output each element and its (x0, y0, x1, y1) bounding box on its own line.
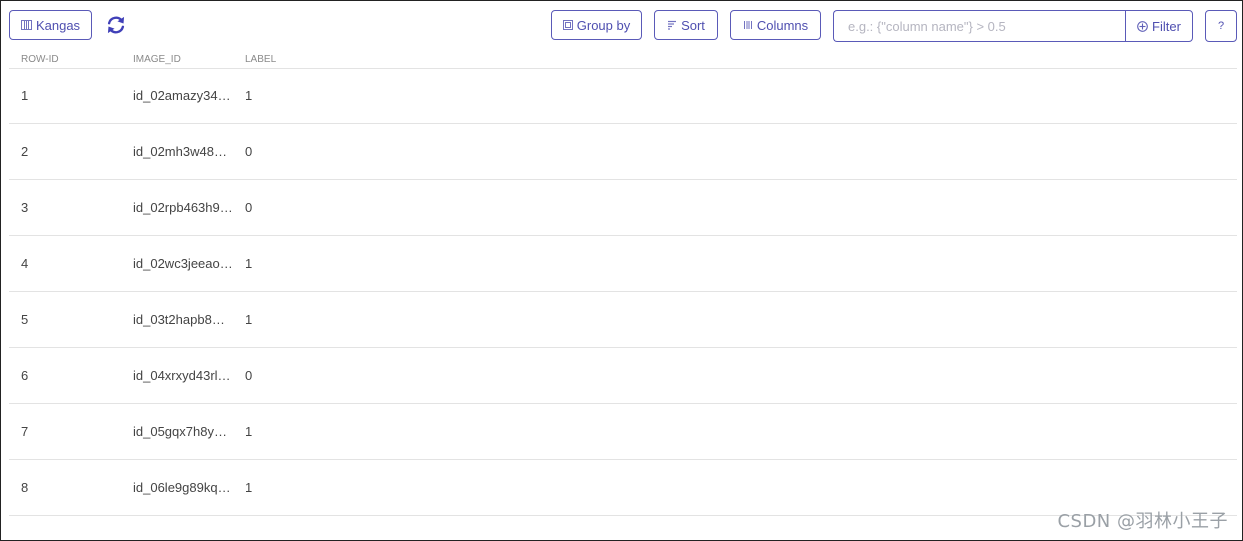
cell-image-id: id_04xrxyd43rlg… (133, 368, 233, 383)
refresh-button[interactable] (103, 14, 129, 40)
group-by-label: Group by (576, 17, 631, 33)
cell-label: 1 (245, 312, 253, 327)
cell-image-id: id_05gqx7h8y6i… (133, 424, 233, 439)
cell-image-id: id_02mh3w48p… (133, 144, 233, 159)
cell-label: 0 (245, 368, 253, 383)
cell-label: 0 (245, 200, 253, 215)
cell-image-id: id_02amazy34f… (133, 88, 233, 103)
filter-label: Filter (1152, 18, 1181, 34)
cell-image-id: id_03t2hapb8w… (133, 312, 233, 327)
cell-image-id: id_02wc3jeeao… (133, 256, 233, 271)
cell-row-id: 3 (21, 200, 29, 215)
columns-button[interactable]: Columns (730, 10, 821, 40)
sort-label: Sort (681, 17, 705, 33)
kangas-button[interactable]: Kangas (9, 10, 92, 40)
cell-row-id: 7 (21, 424, 29, 439)
table-row[interactable]: 5 id_03t2hapb8w… 1 (9, 292, 1237, 348)
grid-icon (20, 20, 32, 30)
group-by-button[interactable]: Group by (551, 10, 642, 40)
table-row[interactable]: 6 id_04xrxyd43rlg… 0 (9, 348, 1237, 404)
cell-image-id: id_02rpb463h9… (133, 200, 233, 215)
cell-row-id: 8 (21, 480, 29, 495)
table-row[interactable]: 8 id_06le9g89kqt… 1 (9, 460, 1237, 516)
columns-label: Columns (756, 17, 809, 33)
cell-row-id: 2 (21, 144, 29, 159)
help-label: ? (1217, 20, 1225, 32)
app-frame: Kangas Group by Sort Columns e.g.: {"col… (0, 0, 1243, 541)
kangas-label: Kangas (35, 17, 81, 33)
cell-label: 1 (245, 88, 253, 103)
refresh-icon (105, 14, 127, 41)
cell-label: 1 (245, 424, 253, 439)
cell-row-id: 6 (21, 368, 29, 383)
cell-label: 1 (245, 256, 253, 271)
sort-icon (667, 20, 677, 30)
table-row[interactable]: 7 id_05gqx7h8y6i… 1 (9, 404, 1237, 460)
column-header-label[interactable]: LABEL (245, 54, 276, 65)
filter-button[interactable]: Filter (1125, 10, 1193, 42)
cell-row-id: 4 (21, 256, 29, 271)
table-body: 1 id_02amazy34f… 1 2 id_02mh3w48p… 0 3 i… (9, 68, 1237, 516)
sort-button[interactable]: Sort (654, 10, 718, 40)
help-button[interactable]: ? (1205, 10, 1237, 42)
filter-icon (1137, 20, 1148, 32)
group-icon (562, 20, 573, 30)
table-row[interactable]: 3 id_02rpb463h9… 0 (9, 180, 1237, 236)
column-header-image-id[interactable]: IMAGE_ID (133, 54, 181, 65)
table-row[interactable]: 1 id_02amazy34f… 1 (9, 68, 1237, 124)
table-header: ROW-ID IMAGE_ID LABEL (9, 51, 1237, 69)
cell-row-id: 5 (21, 312, 29, 327)
watermark: CSDN @羽林小王子 (1057, 511, 1228, 532)
cell-image-id: id_06le9g89kqt… (133, 480, 233, 495)
cell-row-id: 1 (21, 88, 29, 103)
columns-icon (743, 20, 753, 30)
table-row[interactable]: 2 id_02mh3w48p… 0 (9, 124, 1237, 180)
cell-label: 1 (245, 480, 253, 495)
cell-label: 0 (245, 144, 253, 159)
table-row[interactable]: 4 id_02wc3jeeao… 1 (9, 236, 1237, 292)
filter-input[interactable] (833, 10, 1127, 42)
column-header-row-id[interactable]: ROW-ID (21, 54, 59, 65)
